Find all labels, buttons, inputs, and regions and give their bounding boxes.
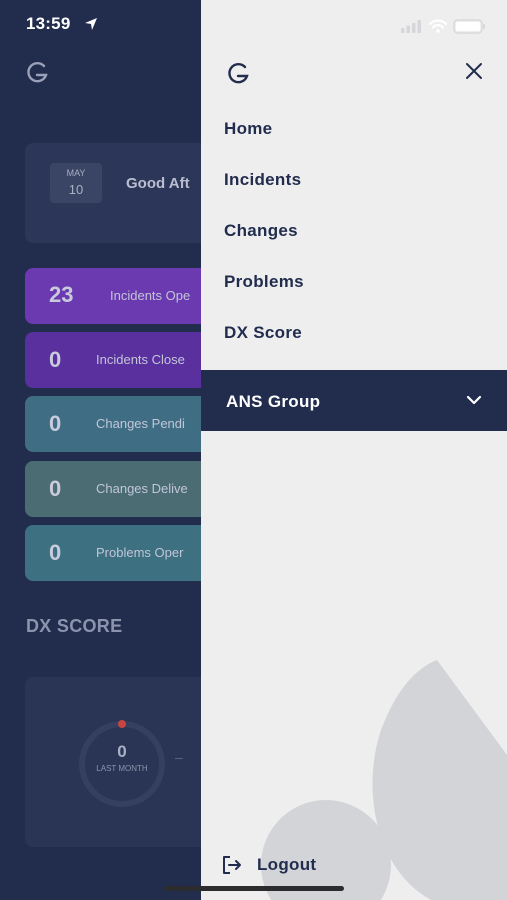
brand-g-logo-icon [27, 61, 48, 83]
stat-count: 0 [49, 540, 62, 565]
nav-item-changes[interactable]: Changes [224, 221, 298, 241]
close-icon [466, 63, 482, 79]
nav-item-problems[interactable]: Problems [224, 272, 304, 292]
nav-item-incidents[interactable]: Incidents [224, 170, 301, 190]
dx-score-value: 0 [117, 742, 127, 761]
status-bar-icons [401, 19, 485, 34]
greeting-card: MAY 10 Good Aft [25, 143, 225, 243]
stat-count: 0 [49, 476, 62, 501]
stat-count: 0 [49, 411, 62, 436]
home-indicator[interactable] [164, 886, 344, 891]
stat-card-problems-open[interactable]: 0 Problems Oper [25, 525, 225, 581]
stat-card-incidents-open[interactable]: 23 Incidents Ope [25, 268, 225, 324]
logout-label: Logout [257, 855, 317, 874]
group-selector[interactable]: ANS Group [201, 370, 507, 431]
nav-item-home[interactable]: Home [224, 119, 272, 139]
dx-score-heading: DX SCORE [26, 616, 123, 636]
navigation-drawer: Home Incidents Changes Problems DX Score… [201, 0, 507, 900]
stat-card-incidents-closed[interactable]: 0 Incidents Close [25, 332, 225, 388]
logout-button[interactable]: Logout [221, 852, 316, 878]
stat-label: Problems Oper [96, 545, 184, 560]
stat-label: Incidents Ope [110, 288, 191, 303]
stat-label: Incidents Close [96, 352, 185, 367]
stat-label: Changes Delive [96, 481, 188, 496]
date-badge: MAY 10 [50, 163, 102, 203]
divider-dash: – [175, 749, 183, 765]
nav-item-dx-score[interactable]: DX Score [224, 323, 302, 343]
stat-card-changes-pending[interactable]: 0 Changes Pendi [25, 396, 225, 452]
brand-g-logo-icon [228, 62, 249, 84]
stat-card-changes-delivered[interactable]: 0 Changes Delive [25, 461, 225, 517]
close-button[interactable] [459, 56, 489, 86]
date-month: MAY [66, 168, 86, 178]
stat-count: 23 [49, 282, 74, 307]
logout-icon [223, 856, 241, 874]
location-arrow-icon [85, 18, 97, 30]
dx-score-caption: LAST MONTH [96, 764, 148, 773]
date-day: 10 [68, 182, 84, 197]
dx-score-card: 0 LAST MONTH – [25, 677, 225, 847]
group-label: ANS Group [226, 392, 321, 411]
stat-label: Changes Pendi [96, 416, 185, 431]
stat-count: 0 [49, 347, 62, 372]
greeting-text: Good Aft [126, 175, 190, 192]
chevron-down-icon [466, 395, 482, 405]
status-time: 13:59 [26, 14, 71, 33]
